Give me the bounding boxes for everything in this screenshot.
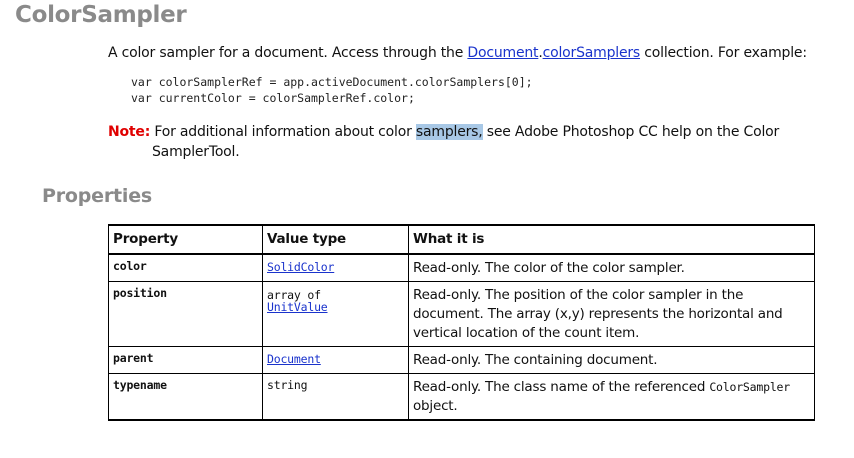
page-title: ColorSampler bbox=[15, 2, 187, 28]
note-text-after: see Adobe Photoshop CC help on the Color bbox=[482, 124, 780, 140]
value-type-cell: array of UnitValue bbox=[262, 281, 409, 347]
section-title-properties: Properties bbox=[42, 185, 152, 207]
header-property: Property bbox=[108, 224, 263, 255]
table-row: position array of UnitValue Read-only. T… bbox=[108, 281, 815, 347]
table-row: color SolidColor Read-only. The color of… bbox=[108, 254, 815, 282]
property-name: parent bbox=[108, 346, 263, 374]
value-type-plain: string bbox=[262, 373, 409, 420]
description: Read-only. The containing document. bbox=[408, 346, 815, 374]
note-paragraph: Note: For additional information about c… bbox=[108, 122, 808, 162]
value-type-cell: Document bbox=[262, 346, 409, 374]
description-text: Read-only. The class name of the referen… bbox=[413, 379, 710, 395]
table-header-row: Property Value type What it is bbox=[108, 224, 815, 255]
property-name: color bbox=[108, 254, 263, 282]
description-code: ColorSampler bbox=[709, 380, 790, 394]
value-type-cell: SolidColor bbox=[262, 254, 409, 282]
intro-text-after: collection. For example: bbox=[640, 45, 807, 61]
properties-table: Property Value type What it is color Sol… bbox=[108, 224, 815, 421]
color-samplers-link[interactable]: colorSamplers bbox=[543, 45, 641, 61]
description: Read-only. The position of the color sam… bbox=[408, 281, 815, 347]
table-row: typename string Read-only. The class nam… bbox=[108, 373, 815, 420]
intro-text-before: A color sampler for a document. Access t… bbox=[108, 45, 468, 61]
property-name: typename bbox=[108, 373, 263, 420]
header-value-type: Value type bbox=[262, 224, 409, 255]
header-what-it-is: What it is bbox=[408, 224, 815, 255]
code-line: var currentColor = colorSamplerRef.color… bbox=[131, 91, 415, 105]
note-label: Note: bbox=[108, 124, 151, 140]
note-line2: SamplerTool. bbox=[152, 144, 240, 160]
code-line: var colorSamplerRef = app.activeDocument… bbox=[131, 75, 533, 89]
value-type-link[interactable]: UnitValue bbox=[267, 300, 328, 314]
property-name: position bbox=[108, 281, 263, 347]
description-tail: object. bbox=[413, 398, 458, 414]
intro-paragraph: A color sampler for a document. Access t… bbox=[108, 45, 807, 61]
document-link[interactable]: Document bbox=[467, 45, 538, 61]
value-type-link[interactable]: Document bbox=[267, 352, 321, 366]
note-text-before: For additional information about color bbox=[150, 124, 416, 140]
description: Read-only. The class name of the referen… bbox=[408, 373, 815, 420]
table-row: parent Document Read-only. The containin… bbox=[108, 346, 815, 374]
code-example: var colorSamplerRef = app.activeDocument… bbox=[131, 74, 533, 106]
value-type-link[interactable]: SolidColor bbox=[267, 260, 334, 274]
highlighted-text: samplers, bbox=[415, 124, 483, 140]
description: Read-only. The color of the color sample… bbox=[408, 254, 815, 282]
